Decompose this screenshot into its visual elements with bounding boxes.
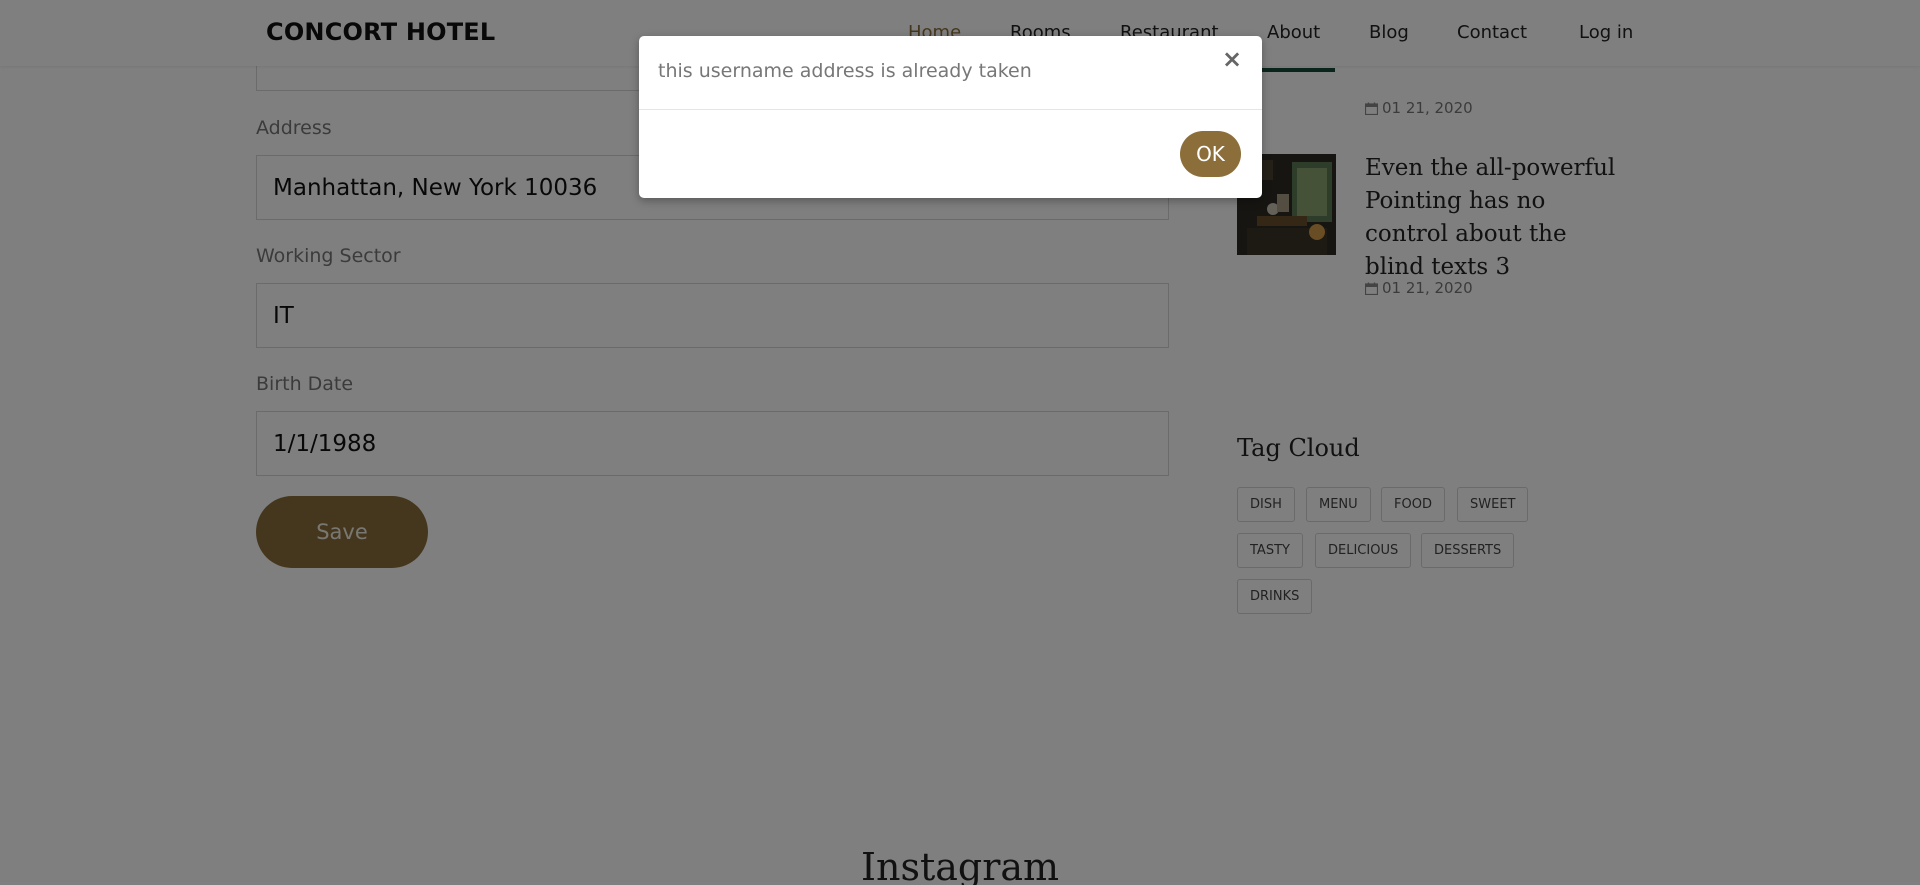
ok-button[interactable]: OK	[1180, 131, 1241, 177]
close-icon[interactable]: ×	[1222, 47, 1242, 71]
alert-message: this username address is already taken	[658, 60, 1032, 82]
page: CONCORT HOTEL Home Rooms Restaurant Abou…	[0, 0, 1920, 885]
alert-dialog: this username address is already taken ×…	[639, 36, 1262, 198]
alert-dialog-header: this username address is already taken ×	[639, 36, 1262, 110]
